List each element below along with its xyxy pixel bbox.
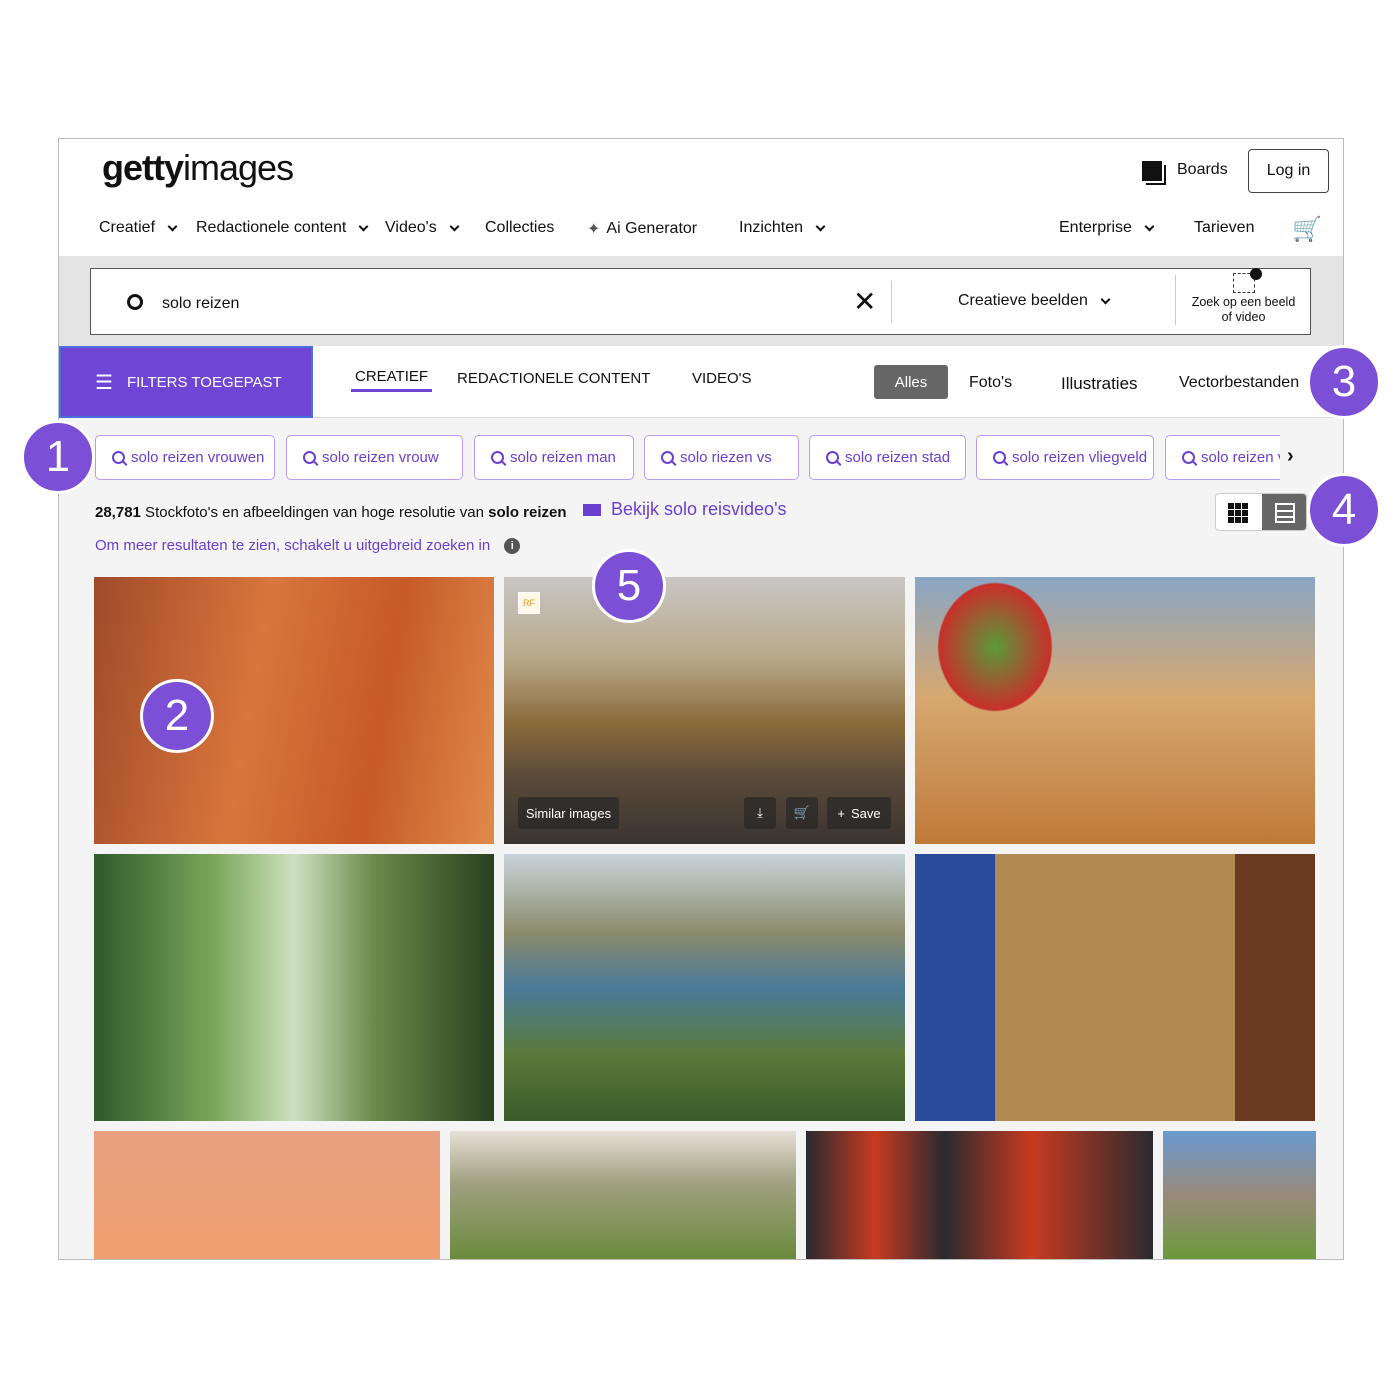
search-type-dropdown[interactable]: Creatieve beelden: [958, 292, 1115, 310]
results-count: 28,781 Stockfoto's en afbeeldingen van h…: [95, 504, 567, 521]
mosaic-view-icon: [1275, 503, 1295, 523]
search-icon: [661, 451, 674, 464]
result-image[interactable]: [450, 1131, 796, 1259]
tab-videos[interactable]: VIDEO'S: [692, 370, 752, 387]
similar-images-button[interactable]: Similar images: [518, 797, 619, 829]
chevron-right-icon[interactable]: ›: [1287, 445, 1294, 468]
search-bar: solo reizen ✕ Creatieve beelden Zoek op …: [90, 268, 1311, 335]
nav-redactioneel[interactable]: Redactionele content: [196, 219, 373, 237]
nav-inzichten[interactable]: Inzichten: [739, 219, 830, 237]
mosaic-view-button[interactable]: [1262, 494, 1306, 530]
chevron-down-icon: [1144, 221, 1155, 231]
result-image[interactable]: [915, 577, 1315, 844]
annotation-badge: 5: [592, 549, 666, 623]
filter-bar: ☰ FILTERS TOEGEPAST CREATIEF REDACTIONELE…: [59, 346, 1343, 418]
browser-frame: gettyimages Boards Log in Creatief Redac…: [58, 138, 1344, 1260]
result-image[interactable]: [915, 854, 1315, 1121]
clear-icon[interactable]: ✕: [853, 285, 876, 318]
nav-enterprise[interactable]: Enterprise: [1059, 219, 1159, 237]
annotation-badge: 4: [1307, 473, 1381, 547]
cart-icon[interactable]: 🛒: [1292, 215, 1322, 244]
chevron-down-icon: [815, 221, 826, 231]
grid-view-icon[interactable]: [1228, 503, 1248, 523]
sliders-icon: ☰: [95, 371, 113, 394]
related-search-chip[interactable]: solo riezen vs: [644, 435, 799, 480]
cart-icon[interactable]: 🛒: [786, 797, 818, 829]
related-search-chip[interactable]: solo reizen vrouw: [286, 435, 463, 480]
result-image[interactable]: [94, 1131, 440, 1259]
video-camera-icon: [583, 503, 601, 516]
tab-redactioneel[interactable]: REDACTIONELE CONTENT: [457, 370, 650, 387]
type-alles[interactable]: Alles: [874, 365, 948, 399]
header: gettyimages Boards Log in Creatief Redac…: [59, 139, 1343, 256]
nav-videos[interactable]: Video's: [385, 219, 464, 237]
chevron-down-icon: [449, 221, 460, 231]
type-illustraties[interactable]: Illustraties: [1061, 374, 1138, 394]
view-toggle: [1215, 493, 1307, 531]
result-image[interactable]: [1163, 1131, 1316, 1259]
getty-logo[interactable]: gettyimages: [102, 147, 294, 189]
result-image[interactable]: [94, 854, 494, 1121]
image-upload-icon: [1232, 268, 1262, 293]
chevron-down-icon: [167, 221, 178, 231]
related-search-chip[interactable]: solo reizen vliegveld: [976, 435, 1154, 480]
login-button[interactable]: Log in: [1248, 149, 1329, 193]
nav-collecties[interactable]: Collecties: [485, 219, 554, 237]
related-search-chip[interactable]: solo reizen stad: [809, 435, 966, 480]
nav-ai-generator[interactable]: ✦ Ai Generator: [587, 219, 697, 239]
result-image[interactable]: [504, 854, 905, 1121]
search-icon: [993, 451, 1006, 464]
type-vector[interactable]: Vectorbestanden: [1179, 374, 1299, 392]
search-icon: [112, 451, 125, 464]
search-input[interactable]: solo reizen: [162, 295, 239, 313]
annotation-badge: 3: [1307, 345, 1381, 419]
search-icon: [826, 451, 839, 464]
sparkle-icon: ✦: [587, 221, 601, 238]
save-button[interactable]: + Save: [827, 797, 891, 829]
boards-link[interactable]: Boards: [1177, 161, 1228, 179]
chevron-down-icon: [1100, 294, 1111, 304]
tab-creatief[interactable]: CREATIEF: [351, 368, 433, 392]
search-icon: [491, 451, 504, 464]
related-search-chip[interactable]: solo reizen vrouwen: [95, 435, 275, 480]
type-fotos[interactable]: Foto's: [969, 374, 1012, 392]
nav-creatief[interactable]: Creatief: [99, 219, 182, 237]
divider: [891, 281, 892, 323]
result-image[interactable]: [806, 1131, 1153, 1259]
annotation-badge: 1: [21, 420, 95, 494]
divider: [1175, 275, 1176, 325]
search-icon: [303, 451, 316, 464]
info-icon[interactable]: i: [504, 537, 521, 554]
search-icon: [1182, 451, 1195, 464]
plus-icon: +: [837, 805, 845, 821]
result-image-hovered[interactable]: RF Similar images ⤓ 🛒 + Save: [504, 577, 905, 844]
nav-tarieven[interactable]: Tarieven: [1194, 219, 1254, 237]
boards-icon[interactable]: [1142, 161, 1162, 181]
chevron-down-icon: [358, 221, 369, 231]
download-icon[interactable]: ⤓: [744, 797, 776, 829]
related-search-chip[interactable]: solo reizen v: [1165, 435, 1280, 480]
video-link[interactable]: Bekijk solo reisvideo's: [583, 499, 787, 520]
expand-search-link[interactable]: Om meer resultaten te zien, schakelt u u…: [95, 537, 521, 554]
filters-button[interactable]: ☰ FILTERS TOEGEPAST: [59, 346, 313, 418]
related-search-chip[interactable]: solo reizen man: [474, 435, 634, 480]
rf-badge: RF: [518, 592, 540, 614]
annotation-badge: 2: [140, 679, 214, 753]
image-search-button[interactable]: Zoek op een beeld of video: [1181, 268, 1306, 325]
search-icon[interactable]: [127, 294, 143, 310]
